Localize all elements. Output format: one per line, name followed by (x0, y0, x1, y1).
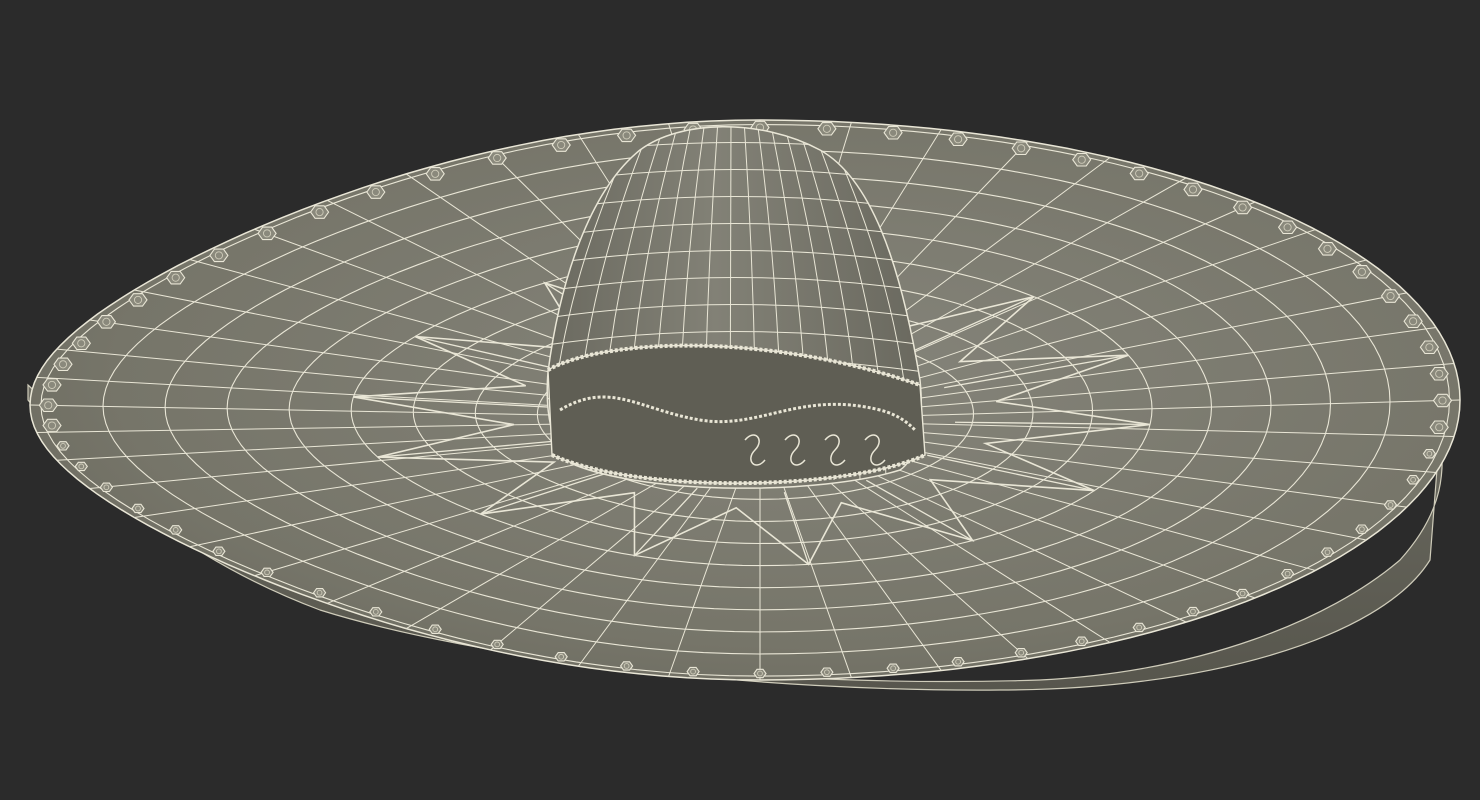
rim-ornament (554, 652, 568, 662)
rim-ornament (260, 567, 274, 578)
rim-ornament (169, 525, 183, 535)
rim-ornament (490, 639, 504, 650)
rim-ornament (820, 667, 834, 677)
rim-ornament (886, 663, 900, 673)
rim-ornament (487, 151, 507, 165)
rim-ornament (38, 398, 58, 413)
rim-ornament (1406, 475, 1420, 485)
sombrero-wireframe-model (27, 119, 1461, 691)
rim-ornament (948, 132, 968, 147)
rim-ornament (1355, 524, 1369, 534)
rim-ornament (619, 661, 634, 671)
rim-ornament (96, 315, 117, 329)
rim-ornament (1075, 636, 1089, 646)
rim-ornament (212, 546, 226, 557)
rim-ornament (366, 185, 386, 199)
rim-ornament (369, 607, 383, 617)
rim-ornament (1186, 606, 1200, 617)
rim-ornament (1429, 366, 1449, 381)
rim-ornament (551, 138, 571, 152)
rim-ornament (312, 588, 327, 598)
rim-ornament (99, 482, 114, 493)
rim-ornament (753, 668, 767, 679)
rim-ornament (883, 125, 903, 140)
rim-ornament (1432, 393, 1453, 408)
rim-ornament (1383, 500, 1398, 510)
rim-ornament (817, 122, 837, 136)
rim-ornament (56, 441, 70, 451)
rim-ornament (1129, 166, 1149, 181)
rim-ornament (1280, 568, 1295, 579)
rim-ornament (1011, 141, 1031, 156)
rim-ornament (209, 248, 229, 263)
rim-ornament (42, 378, 62, 392)
rim-ornament (309, 205, 330, 219)
rim-ornament (71, 336, 91, 351)
rim-ornament (1183, 182, 1203, 197)
rim-ornament (257, 226, 277, 241)
rim-ornament (1320, 547, 1335, 557)
rim-ornament (131, 503, 145, 514)
rim-ornament (1235, 588, 1250, 599)
rim-ornament (428, 624, 442, 634)
render-viewport (0, 0, 1480, 800)
rim-ornament (1317, 242, 1338, 256)
rim-ornament (128, 293, 148, 307)
rim-ornament (53, 357, 73, 372)
rim-ornament (1277, 220, 1298, 235)
rim-ornament (951, 657, 965, 667)
rim-ornament (616, 128, 637, 143)
rim-ornament (686, 666, 700, 677)
rim-ornament (425, 167, 445, 181)
rim-ornament (1072, 152, 1092, 167)
rim-ornament (1232, 200, 1253, 215)
rim-ornament (74, 461, 88, 472)
rim-ornament (1429, 420, 1449, 435)
rim-ornament (1352, 265, 1372, 279)
rim-ornament (1419, 340, 1440, 355)
rim-ornament (1380, 289, 1401, 303)
rim-ornament (1403, 314, 1423, 329)
rim-ornament (1132, 622, 1146, 633)
rim-ornament (166, 270, 186, 285)
rim-ornament (42, 418, 62, 433)
rim-ornament (1014, 648, 1028, 658)
rim-ornament (1422, 449, 1437, 459)
